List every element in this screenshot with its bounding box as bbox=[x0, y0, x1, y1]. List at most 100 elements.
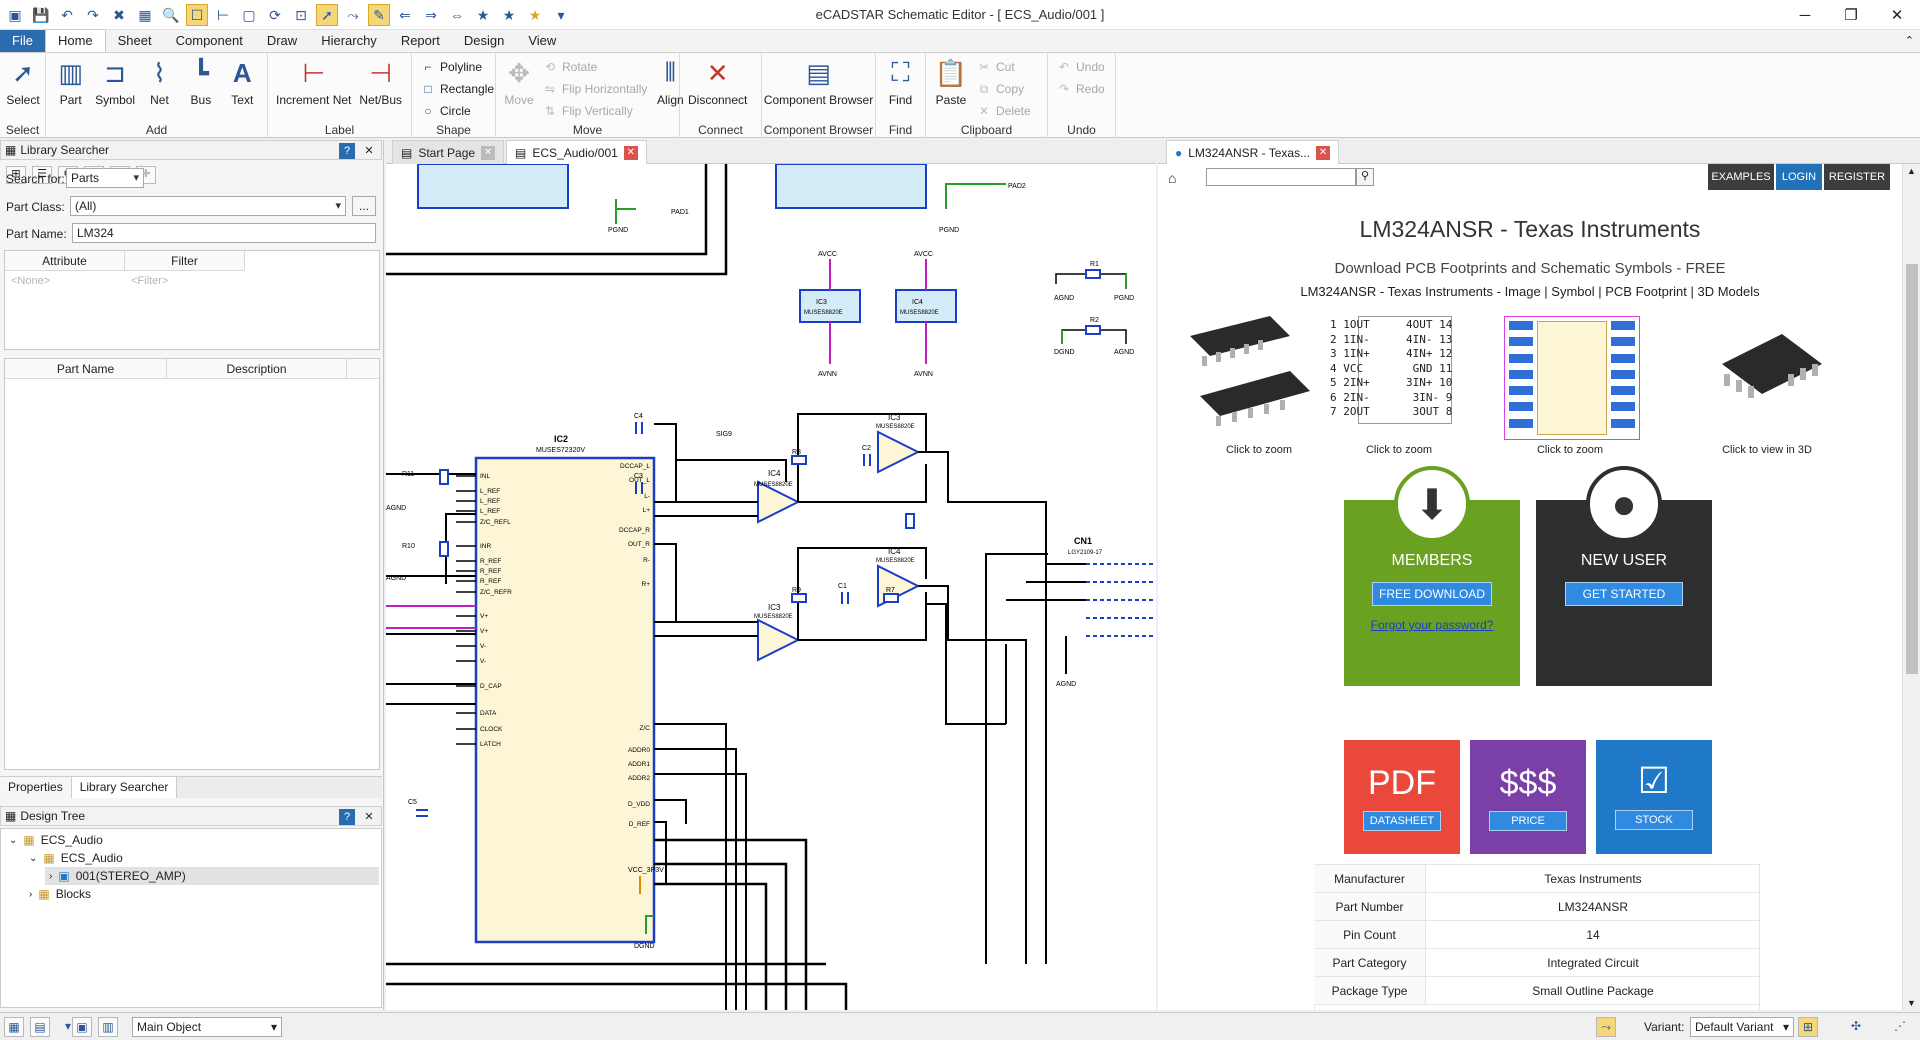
ic4-upper[interactable] bbox=[895, 289, 957, 323]
tab-ecs-audio-001[interactable]: ▤ ECS_Audio/001 ✕ bbox=[506, 140, 647, 164]
click-to-zoom-3[interactable]: Click to zoom bbox=[1502, 444, 1638, 456]
variant-select[interactable]: Default Variant ▾ bbox=[1690, 1017, 1794, 1037]
star-gold-icon[interactable]: ★ bbox=[524, 4, 546, 26]
route-tool-icon[interactable]: ⤳ bbox=[1596, 1017, 1616, 1037]
price-tile[interactable]: $$$ PRICE bbox=[1470, 740, 1586, 854]
datasheet-button[interactable]: DATASHEET bbox=[1363, 811, 1441, 831]
frame-icon[interactable]: ⊡ bbox=[290, 4, 312, 26]
arrow-right-icon[interactable]: ⇒ bbox=[420, 4, 442, 26]
edit-icon[interactable]: ✎ bbox=[368, 4, 390, 26]
flip-horizontally-button[interactable]: ⇋ Flip Horizontally bbox=[542, 79, 647, 99]
get-started-button[interactable]: GET STARTED bbox=[1565, 582, 1683, 606]
menu-component[interactable]: Component bbox=[164, 30, 255, 52]
maximize-button[interactable]: ❐ bbox=[1828, 0, 1874, 30]
component-icon[interactable]: ▦ bbox=[134, 4, 156, 26]
3d-model-image[interactable] bbox=[1702, 334, 1842, 434]
click-to-view-3d[interactable]: Click to view in 3D bbox=[1702, 444, 1832, 456]
tree-item-blocks[interactable]: › ▦ Blocks bbox=[29, 887, 91, 901]
chevron-right-icon[interactable]: › bbox=[29, 889, 32, 900]
tree-item-ecs-audio[interactable]: ⌄ ▦ ECS_Audio bbox=[29, 851, 123, 865]
help-icon[interactable]: ? bbox=[339, 809, 355, 825]
close-icon[interactable]: ✕ bbox=[361, 143, 377, 159]
tab-start-page[interactable]: ▤ Start Page ✕ bbox=[392, 140, 505, 164]
menu-hierarchy[interactable]: Hierarchy bbox=[309, 30, 389, 52]
web-search-input[interactable] bbox=[1206, 168, 1356, 186]
web-scrollbar[interactable]: ▲ ▼ bbox=[1902, 164, 1920, 1010]
refresh-icon[interactable]: ⟳ bbox=[264, 4, 286, 26]
schematic-canvas[interactable]: PAD1 PGND PAD2 PGND IC3 MUSES8820E IC4 M… bbox=[386, 164, 1156, 1010]
chevron-right-icon[interactable]: › bbox=[49, 871, 52, 882]
tree-item-sheet-001[interactable]: › ▣ 001(STEREO_AMP) bbox=[45, 867, 379, 885]
part-name-header[interactable]: Part Name bbox=[5, 359, 167, 378]
route-icon[interactable]: ⤳ bbox=[342, 4, 364, 26]
copy-button[interactable]: ⧉ Copy bbox=[976, 79, 1031, 99]
part-class-more-button[interactable]: ... bbox=[352, 196, 376, 216]
rotate-button[interactable]: ⟲ Rotate bbox=[542, 57, 647, 77]
scroll-thumb[interactable] bbox=[1906, 264, 1918, 674]
chevron-down-icon[interactable]: ⌄ bbox=[9, 835, 17, 846]
menu-file[interactable]: File bbox=[0, 30, 45, 52]
nav-login[interactable]: LOGIN bbox=[1776, 164, 1822, 190]
stock-tile[interactable]: ☑ STOCK bbox=[1596, 740, 1712, 854]
star-icon[interactable]: ★ bbox=[472, 4, 494, 26]
circle-button[interactable]: ○ Circle bbox=[420, 101, 494, 121]
attribute-placeholder[interactable]: <None> bbox=[11, 275, 50, 287]
tab-library-searcher[interactable]: Library Searcher bbox=[71, 777, 178, 798]
ribbon-collapse-icon[interactable]: ⌃ bbox=[1905, 34, 1914, 47]
main-object-select[interactable]: Main Object ▾ bbox=[132, 1017, 282, 1037]
delete-button[interactable]: ✕ Delete bbox=[976, 101, 1031, 121]
schematic-drawing[interactable]: PAD1 PGND PAD2 PGND IC3 MUSES8820E IC4 M… bbox=[386, 164, 1156, 1010]
tree-item-ecs-audio-design[interactable]: ⌄ ▦ ECS_Audio bbox=[9, 833, 103, 847]
forgot-password-link[interactable]: Forgot your password? bbox=[1371, 618, 1494, 632]
part-name-input[interactable]: LM324 bbox=[72, 223, 376, 243]
chevron-down-icon[interactable]: ⌄ bbox=[29, 853, 37, 864]
attribute-header[interactable]: Attribute bbox=[5, 251, 125, 270]
scroll-down-icon[interactable]: ▼ bbox=[1907, 998, 1916, 1008]
net-icon[interactable]: ⊢ bbox=[212, 4, 234, 26]
search-for-select[interactable]: Parts bbox=[66, 168, 144, 188]
cut-button[interactable]: ✂ Cut bbox=[976, 57, 1031, 77]
close-button[interactable]: ✕ bbox=[1874, 0, 1920, 30]
link-icon[interactable]: ⇔ bbox=[446, 4, 468, 26]
rectangle-button[interactable]: □ Rectangle bbox=[420, 79, 494, 99]
save-icon[interactable]: 💾 bbox=[30, 4, 52, 26]
filter-header[interactable]: Filter bbox=[125, 251, 245, 270]
menu-sheet[interactable]: Sheet bbox=[106, 30, 164, 52]
star-icon[interactable]: ★ bbox=[498, 4, 520, 26]
pcb-footprint-image[interactable] bbox=[1504, 316, 1640, 440]
close-tab-icon[interactable]: ✕ bbox=[481, 145, 496, 160]
select-pointer-icon[interactable]: ➚ bbox=[316, 4, 338, 26]
click-to-zoom-2[interactable]: Click to zoom bbox=[1344, 444, 1454, 456]
pdf-tile[interactable]: PDF DATASHEET bbox=[1344, 740, 1460, 854]
help-icon[interactable]: ? bbox=[339, 143, 355, 159]
print-icon[interactable]: ▣ bbox=[72, 1017, 92, 1037]
menu-home[interactable]: Home bbox=[44, 29, 106, 52]
snap-icon[interactable]: ▦ bbox=[4, 1017, 24, 1037]
filter-placeholder[interactable]: <Filter> bbox=[131, 275, 168, 287]
web-search-icon[interactable]: ⚲ bbox=[1356, 168, 1374, 186]
highlight-icon[interactable]: ☐ bbox=[186, 4, 208, 26]
redo-icon[interactable]: ↷ bbox=[82, 4, 104, 26]
redo-button[interactable]: ↷ Redo bbox=[1056, 79, 1105, 99]
stock-button[interactable]: STOCK bbox=[1615, 810, 1693, 830]
click-to-zoom-1[interactable]: Click to zoom bbox=[1204, 444, 1314, 456]
close-tab-icon[interactable]: ✕ bbox=[623, 145, 638, 160]
schematic-symbol-image[interactable]: 1 1OUT 2 1IN- 3 1IN+ 4 VCC 5 2IN+ 6 2IN- 7 2OU… bbox=[1330, 316, 1478, 426]
part-class-select[interactable]: (All) bbox=[70, 196, 346, 216]
menu-view[interactable]: View bbox=[516, 30, 568, 52]
close-icon[interactable]: ✕ bbox=[361, 809, 377, 825]
top-block-right[interactable] bbox=[775, 164, 927, 209]
ic3-upper[interactable] bbox=[799, 289, 861, 323]
undo-button[interactable]: ↶ Undo bbox=[1056, 57, 1105, 77]
cross-tool-icon[interactable]: ✣ bbox=[1846, 1017, 1866, 1037]
close-sheet-icon[interactable]: ✖ bbox=[108, 4, 130, 26]
description-header[interactable]: Description bbox=[167, 359, 347, 378]
undo-icon[interactable]: ↶ bbox=[56, 4, 78, 26]
menu-design[interactable]: Design bbox=[452, 30, 516, 52]
flip-vertically-button[interactable]: ⇅ Flip Vertically bbox=[542, 101, 647, 121]
layers-icon[interactable]: ▥ bbox=[98, 1017, 118, 1037]
minimize-button[interactable]: ─ bbox=[1782, 0, 1828, 30]
free-download-button[interactable]: FREE DOWNLOAD bbox=[1372, 582, 1492, 606]
customize-dropdown-icon[interactable]: ▾ bbox=[550, 4, 572, 26]
scroll-up-icon[interactable]: ▲ bbox=[1907, 166, 1916, 176]
